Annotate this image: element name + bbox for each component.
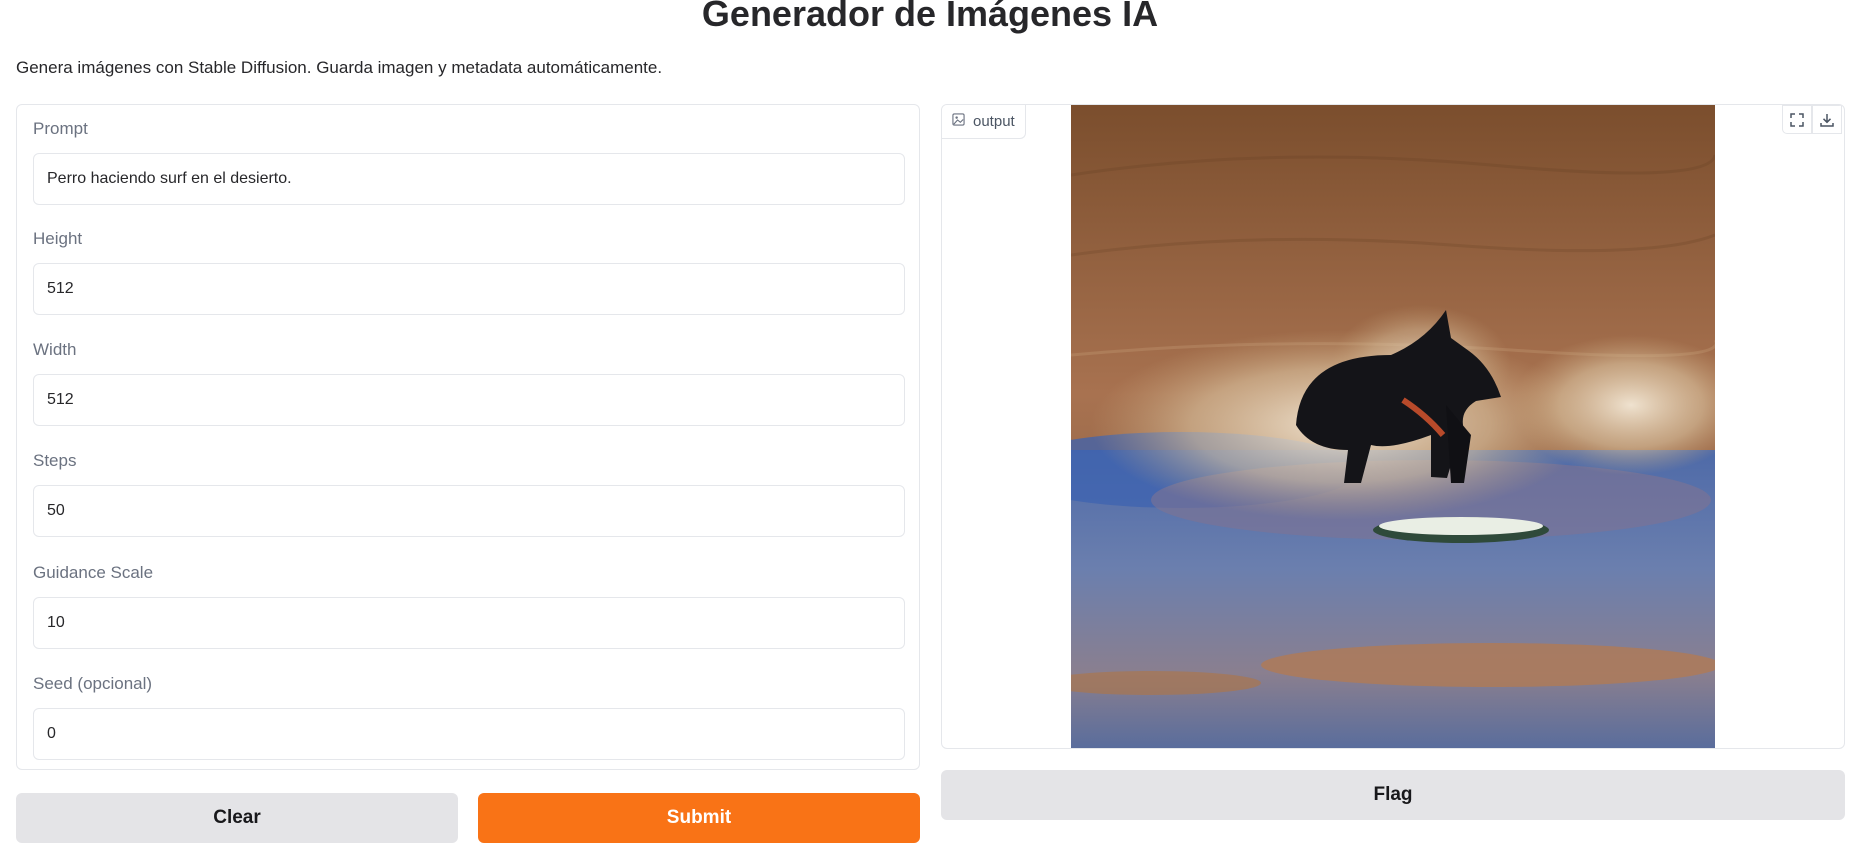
flag-button[interactable]: Flag bbox=[941, 770, 1845, 820]
width-label: Width bbox=[33, 340, 77, 359]
input-form-panel: Prompt Height Width Steps Guidance Scale… bbox=[16, 104, 920, 770]
guidance-scale-input[interactable] bbox=[33, 597, 905, 649]
download-icon[interactable] bbox=[1812, 105, 1842, 134]
height-input[interactable] bbox=[33, 263, 905, 315]
prompt-label: Prompt bbox=[33, 119, 88, 138]
submit-button[interactable]: Submit bbox=[478, 793, 920, 843]
output-image-panel: output bbox=[941, 104, 1845, 749]
steps-input[interactable] bbox=[33, 485, 905, 537]
image-icon bbox=[952, 113, 965, 130]
steps-label: Steps bbox=[33, 451, 77, 470]
output-label-tag: output bbox=[942, 105, 1026, 139]
seed-label: Seed (opcional) bbox=[33, 674, 153, 693]
seed-input[interactable] bbox=[33, 708, 905, 760]
fullscreen-icon[interactable] bbox=[1782, 105, 1812, 134]
generated-image bbox=[1001, 105, 1751, 748]
prompt-input[interactable] bbox=[33, 153, 905, 205]
height-label: Height bbox=[33, 229, 83, 248]
guidance-scale-label: Guidance Scale bbox=[33, 563, 154, 582]
page-description: Genera imágenes con Stable Diffusion. Gu… bbox=[16, 58, 663, 77]
page-title: Generador de Imágenes IA bbox=[701, 0, 1159, 34]
output-label: output bbox=[973, 113, 1015, 130]
clear-button[interactable]: Clear bbox=[16, 793, 458, 843]
width-input[interactable] bbox=[33, 374, 905, 426]
